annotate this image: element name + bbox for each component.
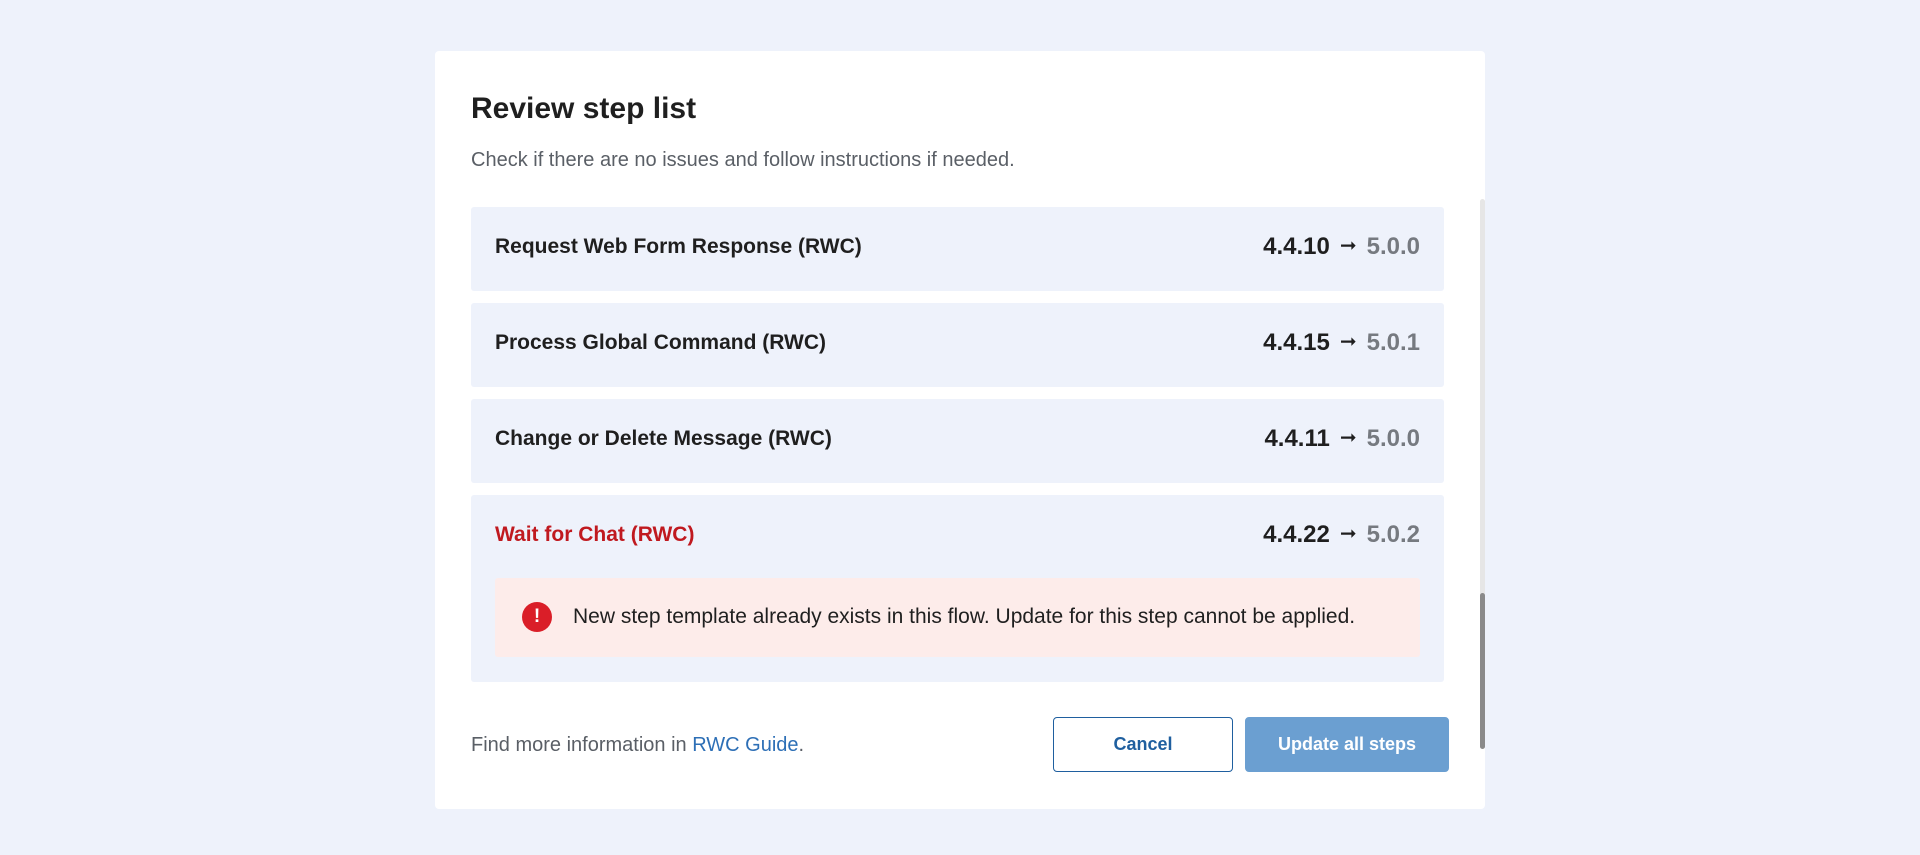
arrow-right-icon: ➞	[1339, 522, 1357, 545]
error-message-box: ! New step template already exists in th…	[495, 578, 1420, 657]
cancel-button[interactable]: Cancel	[1053, 717, 1233, 772]
from-version: 4.4.10	[1263, 233, 1330, 260]
from-version: 4.4.22	[1263, 521, 1330, 548]
footer-info-suffix: .	[798, 734, 805, 756]
from-version: 4.4.11	[1264, 425, 1330, 452]
step-list[interactable]: Request Web Form Response (RWC) 4.4.10 ➞…	[471, 207, 1444, 738]
error-circle-icon: !	[522, 602, 552, 632]
update-all-steps-button[interactable]: Update all steps	[1245, 717, 1449, 772]
step-row: Change or Delete Message (RWC) 4.4.11 ➞ …	[471, 399, 1444, 483]
version-change: 4.4.10 ➞ 5.0.0	[1263, 233, 1420, 261]
step-name: Change or Delete Message (RWC)	[495, 427, 832, 450]
scrollbar-thumb[interactable]	[1480, 593, 1485, 749]
step-name: Wait for Chat (RWC)	[495, 523, 695, 546]
to-version: 5.0.2	[1366, 521, 1420, 548]
review-step-list-dialog: Review step list Check if there are no i…	[435, 51, 1485, 809]
from-version: 4.4.15	[1263, 329, 1330, 356]
footer-info-prefix: Find more information in	[471, 734, 693, 756]
rwc-guide-link[interactable]: RWC Guide	[692, 734, 798, 756]
version-change: 4.4.11 ➞ 5.0.0	[1264, 425, 1420, 453]
step-row-error: Wait for Chat (RWC) 4.4.22 ➞ 5.0.2 ! New…	[471, 495, 1444, 682]
dialog-subtitle: Check if there are no issues and follow …	[471, 149, 1015, 171]
dialog-title: Review step list	[471, 92, 697, 125]
version-change: 4.4.22 ➞ 5.0.2	[1263, 521, 1420, 549]
to-version: 5.0.1	[1366, 329, 1420, 356]
step-row: Process Global Command (RWC) 4.4.15 ➞ 5.…	[471, 303, 1444, 387]
arrow-right-icon: ➞	[1339, 234, 1357, 257]
step-name: Request Web Form Response (RWC)	[495, 235, 862, 258]
step-list-scrollbar[interactable]	[1480, 199, 1485, 749]
footer-info: Find more information in RWC Guide.	[471, 734, 804, 757]
arrow-right-icon: ➞	[1339, 426, 1357, 449]
step-row: Request Web Form Response (RWC) 4.4.10 ➞…	[471, 207, 1444, 291]
to-version: 5.0.0	[1366, 233, 1420, 260]
error-message-text: New step template already exists in this…	[573, 605, 1356, 628]
to-version: 5.0.0	[1366, 425, 1420, 452]
step-name: Process Global Command (RWC)	[495, 331, 826, 354]
version-change: 4.4.15 ➞ 5.0.1	[1263, 329, 1420, 357]
arrow-right-icon: ➞	[1339, 330, 1357, 353]
